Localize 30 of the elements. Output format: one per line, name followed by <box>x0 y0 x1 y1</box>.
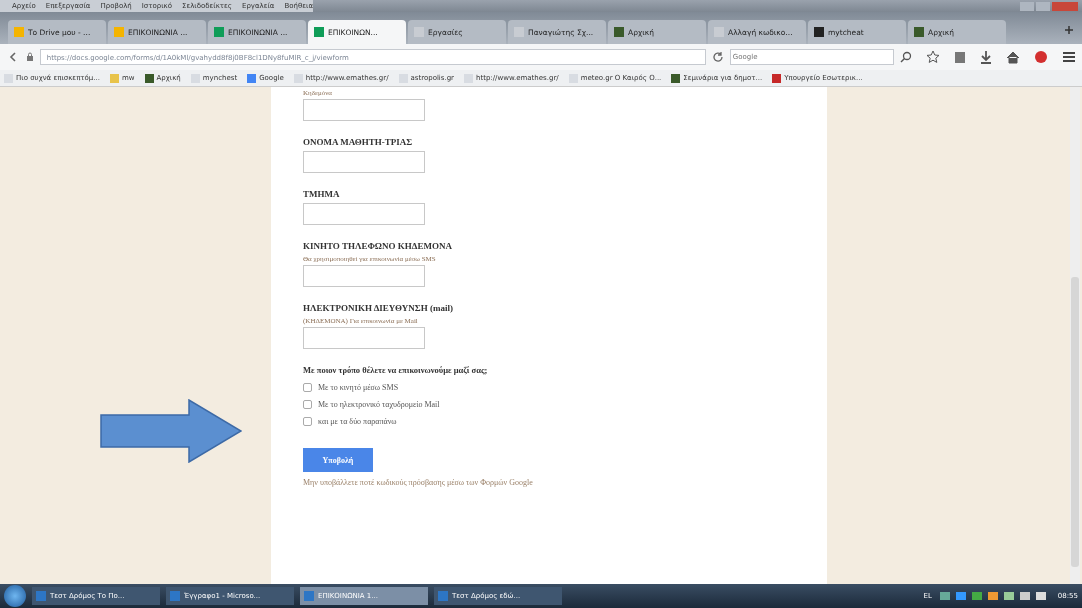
input-field[interactable] <box>303 327 425 349</box>
input-field[interactable] <box>303 151 425 173</box>
submit-button[interactable]: Υποβολή <box>303 448 373 472</box>
warning-text: Μην υποβάλλετε ποτέ κωδικούς πρόσβασης μέσω των Φορμών Google <box>303 478 534 487</box>
home-icon[interactable] <box>1006 50 1020 64</box>
start-button-icon[interactable] <box>4 585 26 607</box>
addon-icon[interactable] <box>1034 50 1048 64</box>
input-field[interactable] <box>303 265 425 287</box>
search-icon[interactable] <box>900 51 912 63</box>
download-icon[interactable] <box>980 50 992 64</box>
question-label: ΚΙΝΗΤΟ ΤΗΛΕΦΩΝΟ ΚΗΔΕΜΟΝΑ <box>303 241 453 251</box>
checkbox[interactable] <box>303 383 312 392</box>
question-label: ΤΜΗΜΑ <box>303 189 341 199</box>
question-label: Με ποιον τρόπο θέλετε να επικοινωνούμε μαζί σας; <box>303 365 489 375</box>
star-icon[interactable] <box>926 50 940 64</box>
menu-icon[interactable] <box>1062 51 1076 63</box>
lock-icon <box>26 52 34 62</box>
option-label: Με το ηλεκτρονικό ταχυδρομείο Mail <box>318 400 440 409</box>
scrollbar-thumb[interactable] <box>1071 277 1079 567</box>
checkbox[interactable] <box>303 417 312 426</box>
question-label: ΟΝΟΜΑ ΜΑΘΗΤΗ-ΤΡΙΑΣ <box>303 137 414 147</box>
reload-icon[interactable] <box>711 51 724 63</box>
window-controls-icon[interactable] <box>1020 1 1078 11</box>
new-tab-icon[interactable] <box>1064 25 1074 37</box>
option-label: και με τα δύο παραπάνω <box>318 417 397 426</box>
option-label: Με το κινητό μέσω SMS <box>318 383 399 392</box>
input-field[interactable] <box>303 99 425 121</box>
question-label: ΗΛΕΚΤΡΟΝΙΚΗ ΔΙΕΥΘΥΝΣΗ (mail) <box>303 303 454 313</box>
checkbox[interactable] <box>303 400 312 409</box>
input-field[interactable] <box>303 203 425 225</box>
